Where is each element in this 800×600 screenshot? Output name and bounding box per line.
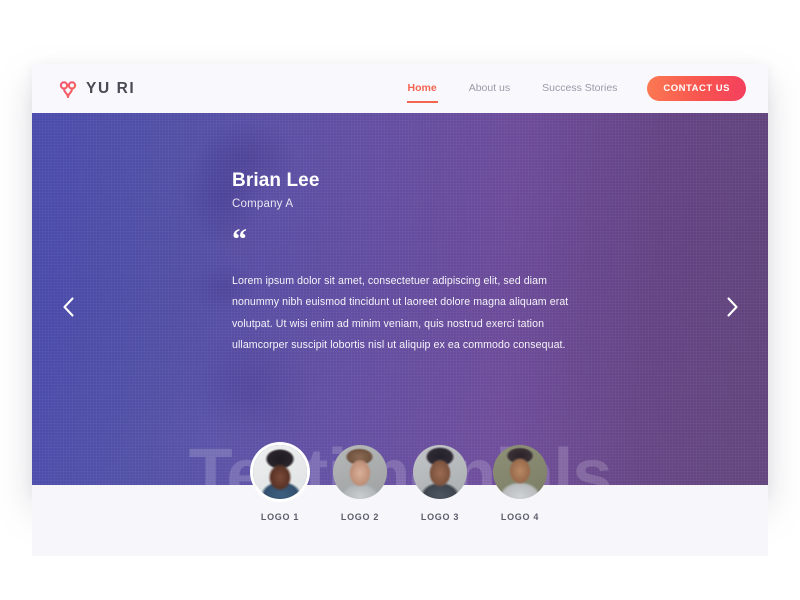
prev-slide-button[interactable]: [54, 293, 82, 321]
nav-item-about-us[interactable]: About us: [453, 83, 526, 94]
brand-name: YU RI: [86, 79, 136, 97]
thumbnail-label: LOGO 3: [420, 512, 460, 522]
nav-item-success-stories[interactable]: Success Stories: [526, 83, 633, 94]
avatar: [333, 445, 387, 499]
avatar: [253, 445, 307, 499]
nav-links: Home About us Success Stories CONTACT US: [392, 75, 746, 102]
thumbnail-label: LOGO 4: [500, 512, 540, 522]
next-slide-button[interactable]: [718, 293, 746, 321]
page-root: YU RI Home About us Success Stories CONT…: [0, 0, 800, 600]
thumbnail-label: LOGO 2: [340, 512, 380, 522]
thumbnail-item-logo-4[interactable]: LOGO 4: [493, 445, 547, 522]
testimonial-content: Brian Lee Company A “ Lorem ipsum dolor …: [232, 170, 572, 356]
thumbnail-label: LOGO 1: [260, 512, 300, 522]
nav-item-home[interactable]: Home: [392, 83, 453, 102]
top-navigation-bar: YU RI Home About us Success Stories CONT…: [32, 64, 768, 113]
avatar: [493, 445, 547, 499]
testimonial-author-company: Company A: [232, 197, 294, 210]
thumbnail-item-logo-3[interactable]: LOGO 3: [413, 445, 467, 522]
chevron-left-icon: [61, 296, 76, 318]
testimonial-card: YU RI Home About us Success Stories CONT…: [32, 64, 768, 556]
hero-slider: Testimonials Brian Lee Company A “ Lorem…: [32, 113, 768, 485]
chevron-right-icon: [725, 296, 740, 318]
contact-us-button[interactable]: CONTACT US: [647, 75, 746, 102]
quote-mark-icon: “: [232, 222, 248, 256]
avatar: [413, 445, 467, 499]
brand-logo[interactable]: YU RI: [57, 78, 135, 100]
yuri-logo-icon: [57, 78, 79, 100]
thumbnail-footer: LOGO 1 LOGO 2 LOGO 3 LOGO 4: [32, 445, 768, 556]
thumbnail-item-logo-1[interactable]: LOGO 1: [253, 445, 307, 522]
testimonial-author-name: Brian Lee: [232, 170, 320, 191]
thumbnail-item-logo-2[interactable]: LOGO 2: [333, 445, 387, 522]
thumbnail-list: LOGO 1 LOGO 2 LOGO 3 LOGO 4: [32, 445, 768, 522]
testimonial-body-text: Lorem ipsum dolor sit amet, consectetuer…: [232, 274, 569, 352]
